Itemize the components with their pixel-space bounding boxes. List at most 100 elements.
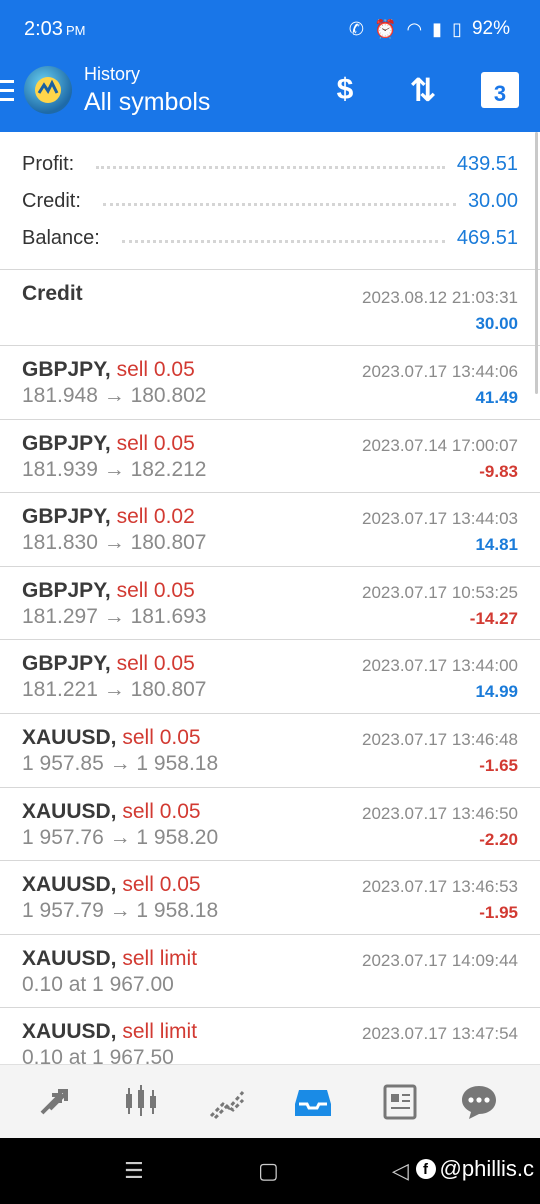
summary-panel: Profit: 439.51 Credit: 30.00 Balance: 46… (0, 132, 540, 270)
scrollbar[interactable] (535, 132, 538, 394)
profit-row: Profit: 439.51 (22, 149, 518, 179)
nav-quotes[interactable] (32, 1079, 78, 1125)
credit-row: Credit: 30.00 (22, 186, 518, 216)
deal-date: 2023.07.17 13:44:00 (362, 656, 518, 676)
system-nav-bar: ☰ ▢ ◁ f @phillis.c (0, 1138, 540, 1204)
balance-value: 469.51 (456, 226, 518, 249)
deal-action: sell 0.05 (122, 726, 201, 749)
credit-entry[interactable]: Credit 2023.08.12 21:03:31 30.00 (0, 270, 540, 346)
deal-profit: -1.65 (479, 756, 518, 775)
deal-profit: -1.95 (479, 903, 518, 923)
app-logo[interactable] (24, 66, 72, 114)
status-time: 2:03 PM (24, 18, 86, 40)
nav-news[interactable] (376, 1079, 422, 1125)
dotted-leader (121, 239, 445, 243)
watermark: f @phillis.c (415, 1156, 534, 1182)
deal-symbol: XAUUSD, sell 0.05 (22, 873, 201, 897)
nav-trade[interactable] (204, 1079, 250, 1125)
dollar-exchange-icon: $ (336, 73, 354, 106)
deal-row[interactable]: XAUUSD, sell 0.05 1 957.76 → 1 958.20 2023… (0, 788, 540, 862)
deal-date: 2023.07.17 13:46:50 (362, 803, 518, 823)
profit-value: 439.51 (456, 152, 518, 175)
calendar-button[interactable]: 3 (481, 72, 519, 108)
deal-prices: 1 957.76 → 1 958.20 (22, 825, 219, 849)
credit-label: Credit: (22, 189, 81, 212)
dotted-leader (96, 165, 445, 169)
dotted-leader (102, 202, 456, 206)
deal-prices: 181.830 → 180.807 (22, 531, 207, 555)
deal-prices: 181.948 → 180.802 (22, 384, 207, 407)
deal-symbol: XAUUSD, sell limit (22, 946, 198, 970)
menu-icon[interactable] (0, 80, 14, 102)
deal-profit: 41.49 (475, 388, 518, 407)
deal-action: sell 0.05 (122, 799, 201, 823)
deal-row[interactable]: GBPJPY, sell 0.05 181.297 → 181.693 2023.0… (0, 567, 540, 641)
bottom-navigation (0, 1064, 540, 1138)
deal-prices: 181.221 → 180.807 (22, 678, 207, 702)
deal-action: sell 0.05 (116, 652, 195, 676)
deal-action: sell limit (122, 1020, 198, 1044)
deal-symbol: GBPJPY, sell 0.02 (22, 505, 195, 529)
deal-prices: 0.10 at 1 967.00 (22, 972, 174, 996)
profit-label: Profit: (22, 152, 75, 175)
nav-chat[interactable] (456, 1079, 502, 1125)
candles-icon (126, 1085, 156, 1116)
credit-entry-amount: 30.00 (475, 314, 518, 333)
home-icon[interactable]: ▢ (258, 1158, 279, 1184)
deal-date: 2023.07.17 13:47:54 (362, 1024, 518, 1044)
deal-prices: 1 957.85 → 1 958.18 (22, 752, 219, 775)
deal-action: sell 0.02 (116, 505, 195, 529)
credit-value: 30.00 (467, 189, 518, 212)
header-title[interactable]: All symbols (84, 88, 210, 117)
deal-symbol: GBPJPY, sell 0.05 (22, 431, 195, 455)
deal-action: sell 0.05 (116, 431, 195, 455)
deposit-button[interactable]: $ (324, 70, 366, 110)
credit-entry-date: 2023.08.12 21:03:31 (362, 288, 518, 307)
deal-action: sell 0.05 (122, 873, 201, 897)
credit-entry-label: Credit (22, 282, 83, 305)
deal-profit: -2.20 (479, 829, 518, 849)
deal-date: 2023.07.17 13:44:06 (362, 362, 518, 381)
nav-chart[interactable] (118, 1079, 164, 1125)
facebook-icon: f (415, 1159, 436, 1179)
arrows-icon (40, 1089, 68, 1115)
deal-row[interactable]: XAUUSD, sell 0.05 1 957.85 → 1 958.18 2023… (0, 714, 540, 788)
news-icon (383, 1084, 417, 1120)
inbox-icon (295, 1090, 331, 1116)
signal-icon: ▮ (432, 18, 443, 39)
deal-row[interactable]: GBPJPY, sell 0.05 181.221 → 180.807 2023.0… (0, 640, 540, 714)
status-bar: 2:03 PM ✆ ⏰ ◠ ▮ ▯ 92% (0, 0, 540, 60)
deal-prices: 181.939 → 182.212 (22, 457, 207, 481)
metatrader-logo-icon (35, 77, 61, 103)
deal-date: 2023.07.17 13:46:53 (362, 877, 518, 897)
deal-prices: 181.297 → 181.693 (22, 604, 207, 628)
deal-row[interactable]: GBPJPY, sell 0.05 181.948 → 180.802 2023.0… (0, 346, 540, 420)
deal-row[interactable]: XAUUSD, sell 0.05 1 957.79 → 1 958.18 2023… (0, 861, 540, 935)
header-subtitle: History (84, 64, 141, 84)
balance-row: Balance: 469.51 (22, 223, 518, 253)
deal-row[interactable]: GBPJPY, sell 0.02 181.830 → 180.807 2023.0… (0, 493, 540, 567)
deal-row[interactable]: XAUUSD, sell limit 0.10 at 1 967.00 2023.0… (0, 935, 540, 1009)
sort-icon: ⇅ (409, 72, 437, 108)
deal-symbol: XAUUSD, sell 0.05 (22, 726, 201, 749)
balance-label: Balance: (22, 226, 100, 249)
status-icons: ✆ ⏰ ◠ ▮ ▯ 92% (349, 18, 510, 40)
deal-symbol: GBPJPY, sell 0.05 (22, 578, 195, 602)
recents-icon[interactable]: ☰ (124, 1158, 144, 1184)
deal-symbol: XAUUSD, sell 0.05 (22, 799, 201, 823)
app-bar: History All symbols $ ⇅ 3 (0, 60, 540, 132)
deal-prices: 1 957.79 → 1 958.18 (22, 899, 219, 923)
deal-date: 2023.07.14 17:00:07 (362, 435, 518, 455)
deal-symbol: GBPJPY, sell 0.05 (22, 358, 195, 381)
calendar-icon: 3 (493, 80, 507, 106)
nav-history[interactable] (290, 1079, 336, 1125)
battery-level: 92% (471, 18, 510, 39)
trend-icon (209, 1091, 245, 1120)
sort-button[interactable]: ⇅ (402, 70, 444, 110)
deal-profit: 14.99 (475, 682, 518, 702)
chat-icon (462, 1086, 496, 1119)
deal-row[interactable]: GBPJPY, sell 0.05 181.939 → 182.212 2023.0… (0, 420, 540, 494)
wifi-icon: ◠ (406, 18, 423, 39)
back-icon[interactable]: ◁ (392, 1158, 409, 1184)
deal-profit: -9.83 (479, 461, 518, 481)
